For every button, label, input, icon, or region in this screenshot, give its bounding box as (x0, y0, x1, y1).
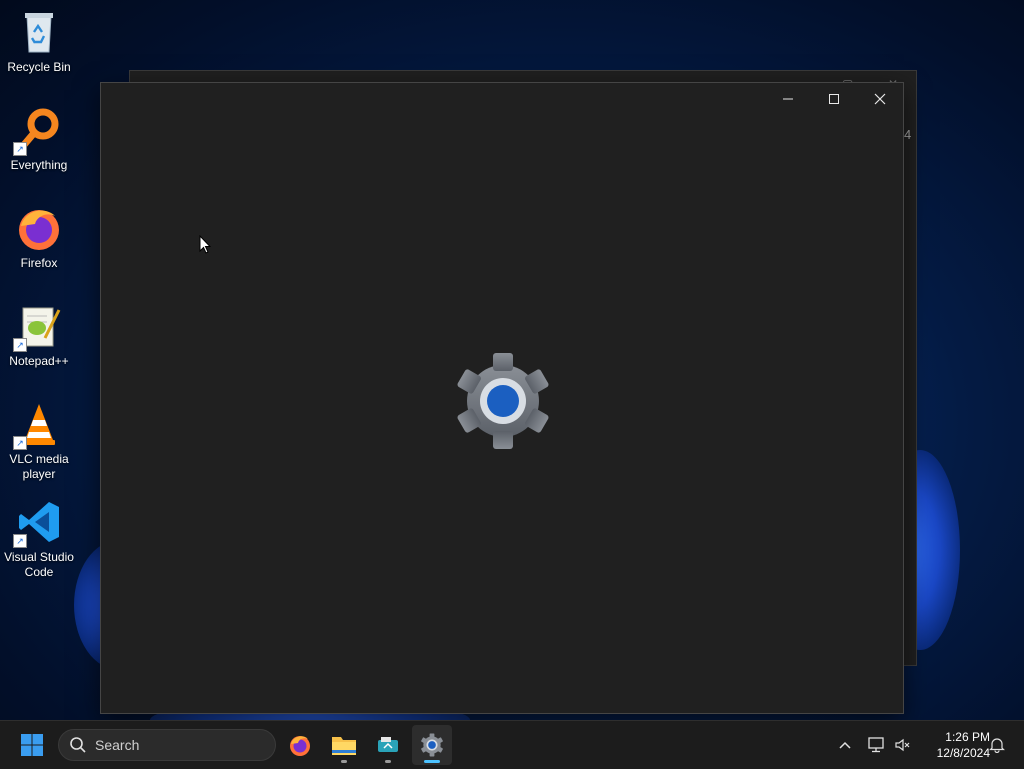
maximize-icon (829, 94, 839, 104)
chevron-up-icon (839, 741, 851, 749)
active-indicator (424, 760, 440, 763)
settings-gear-icon (421, 733, 443, 757)
background-window-edge-text: 4 (904, 127, 912, 142)
taskbar-search-box[interactable]: Search (58, 729, 276, 761)
everything-search-icon: ↗ (13, 106, 63, 156)
clock-time: 1:26 PM (945, 730, 990, 744)
network-button[interactable] (864, 721, 888, 769)
clock[interactable]: 1:26 PM 12/8/2024 (918, 729, 990, 761)
vlc-icon: ↗ (13, 400, 63, 450)
settings-window[interactable] (100, 82, 904, 714)
taskbar-app-settings[interactable] (412, 725, 452, 765)
minimize-icon (783, 98, 793, 100)
taskbar-app-generic[interactable] (368, 725, 408, 765)
notifications-button[interactable] (986, 721, 1008, 769)
maximize-button[interactable] (811, 83, 857, 115)
show-hidden-icons-button[interactable] (834, 721, 856, 769)
desktop-icon-everything[interactable]: ↗ Everything (0, 98, 78, 173)
desktop-icon-label: Visual Studio Code (4, 550, 74, 579)
start-button[interactable] (12, 725, 52, 765)
firefox-icon (15, 204, 63, 252)
folder-icon (332, 737, 356, 755)
running-indicator (385, 760, 391, 763)
shortcut-arrow-icon: ↗ (13, 436, 27, 450)
desktop-icon-label: Firefox (20, 256, 58, 270)
settings-gear-icon (453, 351, 553, 451)
windows-logo-icon (21, 734, 43, 756)
close-icon (874, 93, 886, 105)
minimize-button[interactable] (765, 83, 811, 115)
desktop-icon-notepad-plus-plus[interactable]: ↗ Notepad++ (0, 294, 78, 369)
volume-muted-icon (895, 738, 910, 752)
mouse-cursor-icon (199, 234, 212, 255)
desktop-icon-firefox[interactable]: Firefox (0, 196, 78, 271)
clock-date: 12/8/2024 (936, 746, 990, 760)
bell-icon (989, 738, 1005, 753)
recycle-bin-icon (15, 8, 63, 56)
taskbar-app-firefox[interactable] (280, 725, 320, 765)
taskbar-app-file-explorer[interactable] (324, 725, 364, 765)
app-icon (378, 737, 398, 752)
vscode-icon: ↗ (13, 498, 63, 548)
search-icon (70, 737, 86, 753)
desktop-icon-label: Notepad++ (9, 354, 69, 368)
desktop-icon-vscode[interactable]: ↗ Visual Studio Code (0, 490, 78, 580)
notepad-plus-plus-icon: ↗ (13, 302, 63, 352)
volume-button[interactable] (890, 721, 914, 769)
search-placeholder: Search (95, 737, 140, 753)
close-button[interactable] (857, 83, 903, 115)
desktop-icon-vlc[interactable]: ↗ VLC media player (0, 392, 78, 482)
network-icon (868, 737, 884, 753)
shortcut-arrow-icon: ↗ (13, 338, 27, 352)
firefox-icon (290, 736, 310, 756)
desktop-icon-label: Recycle Bin (7, 60, 71, 74)
running-indicator (341, 760, 347, 763)
shortcut-arrow-icon: ↗ (13, 534, 27, 548)
desktop-icon-label: Everything (10, 158, 68, 172)
desktop-icon-recycle-bin[interactable]: Recycle Bin (0, 0, 78, 75)
taskbar: Search 1:26 PM 12/8/2024 (0, 720, 1024, 769)
desktop-icon-label: VLC media player (9, 452, 69, 481)
shortcut-arrow-icon: ↗ (13, 142, 27, 156)
